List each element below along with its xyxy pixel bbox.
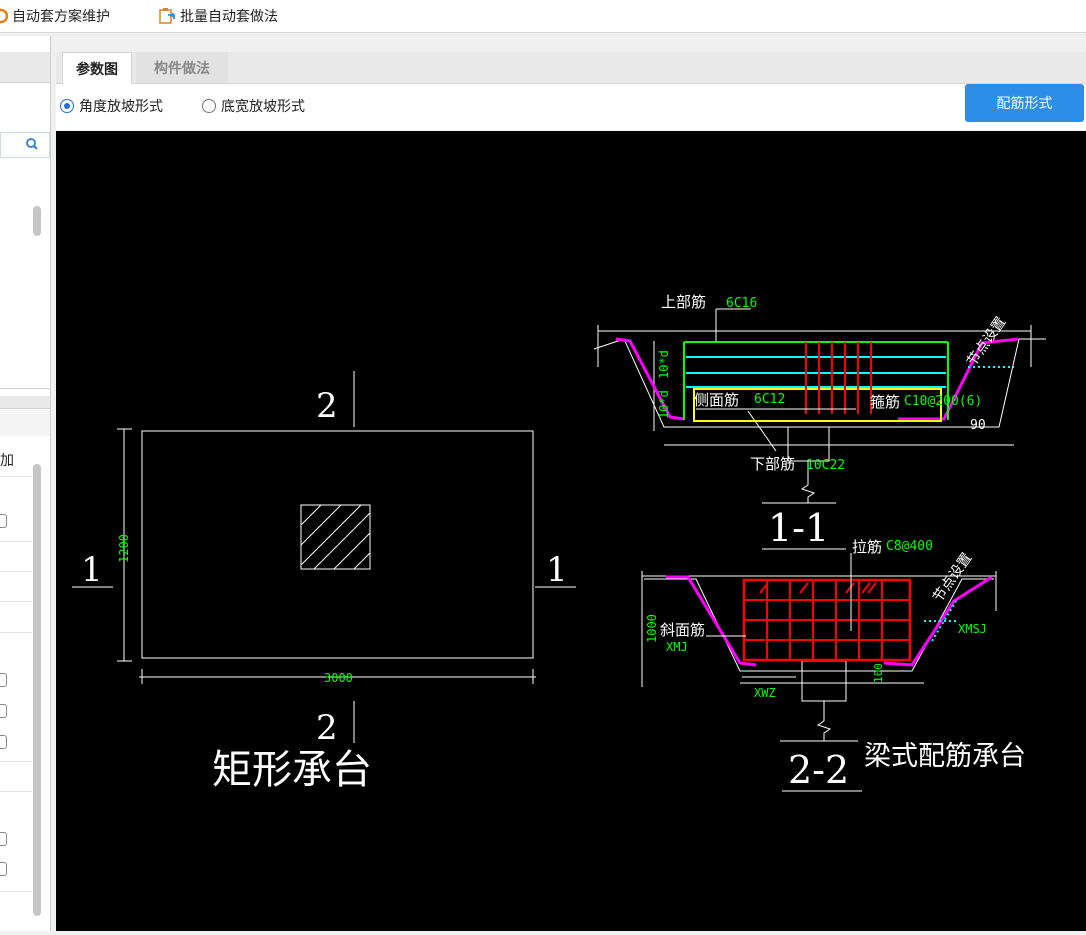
drawing-canvas: 2 2 1 1 1200 3000 矩形承台 上部筋 6C16 侧面筋 6C12… bbox=[56, 131, 1086, 931]
rect-cap-section-left: 1 bbox=[81, 550, 103, 590]
auto-scheme-button[interactable]: 自动套方案维护 bbox=[0, 6, 110, 26]
xwz-label: XWZ bbox=[754, 686, 776, 700]
section-2-2-title: 2-2 bbox=[788, 748, 849, 792]
dim-1000: 1000 bbox=[645, 614, 659, 643]
auto-scheme-label: 自动套方案维护 bbox=[12, 9, 110, 25]
rect-cap-dim-height: 1200 bbox=[117, 534, 131, 563]
rebar-form-button[interactable]: 配筋形式 bbox=[965, 84, 1084, 122]
batch-auto-label: 批量自动套做法 bbox=[180, 9, 278, 25]
radio-bottom-label: 底宽放坡形式 bbox=[221, 99, 305, 115]
bottom-rebar-label: 下部筋 bbox=[750, 455, 795, 473]
stirrup-value: C10@200(6) bbox=[904, 394, 982, 409]
left-scrollbar-top[interactable] bbox=[33, 206, 41, 236]
top-rebar-label: 上部筋 bbox=[661, 293, 706, 311]
tab-bar: 参数图 构件做法 bbox=[56, 52, 1086, 84]
batch-auto-button[interactable]: 批量自动套做法 bbox=[158, 6, 278, 26]
list-item-checkbox[interactable] bbox=[0, 704, 7, 718]
rect-cap-dim-width: 3000 bbox=[324, 671, 353, 685]
rect-cap-title: 矩形承台 bbox=[212, 747, 372, 793]
tab-param-diagram[interactable]: 参数图 bbox=[62, 52, 132, 84]
dim-10d-bottom: 10*d bbox=[657, 390, 671, 419]
tie-value: C8@400 bbox=[886, 539, 933, 554]
tab-param-diagram-label: 参数图 bbox=[76, 61, 118, 78]
cad-drawing: 2 2 1 1 1200 3000 矩形承台 上部筋 6C16 侧面筋 6C12… bbox=[72, 293, 1046, 793]
node-setting-2: 节点设置 bbox=[930, 550, 975, 605]
side-rebar-value: 6C12 bbox=[754, 392, 785, 407]
left-panel-header-2 bbox=[0, 396, 50, 409]
rect-cap-section-top: 2 bbox=[316, 386, 338, 426]
list-item-checkbox[interactable] bbox=[0, 514, 7, 528]
rect-cap-section-bottom: 2 bbox=[316, 708, 338, 748]
xmsj-label: XMSJ bbox=[958, 622, 987, 636]
rebar-form-label: 配筋形式 bbox=[996, 96, 1053, 112]
rect-cap-section-right: 1 bbox=[546, 550, 568, 590]
dim-100: 100 bbox=[872, 663, 885, 683]
side-rebar-label: 侧面筋 bbox=[694, 391, 739, 409]
search-icon bbox=[26, 138, 38, 150]
left-panel-header bbox=[0, 52, 50, 83]
radio-angle-slope[interactable]: 角度放坡形式 bbox=[60, 96, 163, 116]
left-panel: 加 bbox=[0, 36, 51, 931]
stirrup-label: 箍筋 bbox=[870, 393, 900, 411]
list-item-checkbox[interactable] bbox=[0, 735, 7, 749]
top-rebar-value: 6C16 bbox=[726, 296, 757, 311]
radio-indicator bbox=[202, 99, 216, 113]
bottom-rebar-value: 10C22 bbox=[806, 458, 845, 473]
list-item-checkbox[interactable] bbox=[0, 832, 7, 846]
list-item-checkbox[interactable] bbox=[0, 673, 7, 687]
left-scrollbar-bottom[interactable] bbox=[33, 464, 41, 916]
section-1-1-title: 1-1 bbox=[768, 506, 829, 550]
left-column-header: 加 bbox=[0, 453, 14, 469]
left-search-input[interactable] bbox=[0, 132, 50, 158]
top-toolbar: 自动套方案维护 批量自动套做法 bbox=[0, 0, 1086, 33]
radio-bottom-slope[interactable]: 底宽放坡形式 bbox=[202, 96, 305, 116]
radio-indicator-selected bbox=[60, 99, 74, 113]
list-item-checkbox[interactable] bbox=[0, 862, 7, 876]
auto-scheme-icon bbox=[0, 8, 8, 24]
slope-rebar-value: XMJ bbox=[666, 640, 688, 654]
tab-component-method-label: 构件做法 bbox=[154, 60, 210, 77]
angle-value: 90 bbox=[970, 418, 986, 433]
tie-label: 拉筋 bbox=[852, 538, 882, 556]
slope-rebar-label: 斜面筋 bbox=[660, 621, 705, 639]
beam-cap-caption: 梁式配筋承台 bbox=[864, 741, 1026, 772]
batch-clipboard-icon bbox=[159, 8, 176, 24]
radio-angle-label: 角度放坡形式 bbox=[79, 99, 163, 115]
tab-component-method[interactable]: 构件做法 bbox=[136, 52, 228, 83]
dim-10d-top: 10*d bbox=[657, 350, 671, 379]
rect-cap-plan bbox=[72, 371, 576, 743]
option-bar: 角度放坡形式 底宽放坡形式 配筋形式 bbox=[56, 84, 1086, 130]
